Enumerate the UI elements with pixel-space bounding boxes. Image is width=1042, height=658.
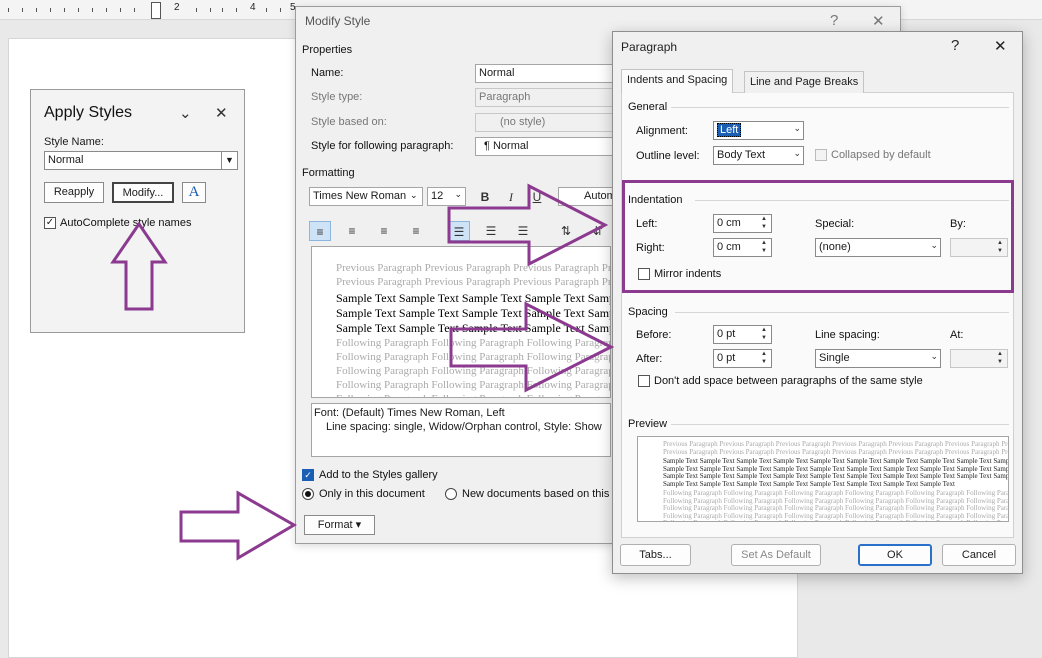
arrow-right	[449, 301, 615, 393]
arrow-right	[179, 490, 297, 561]
annotation-arrows	[110, 183, 615, 561]
arrow-up	[110, 221, 168, 311]
arrow-right	[447, 183, 609, 267]
